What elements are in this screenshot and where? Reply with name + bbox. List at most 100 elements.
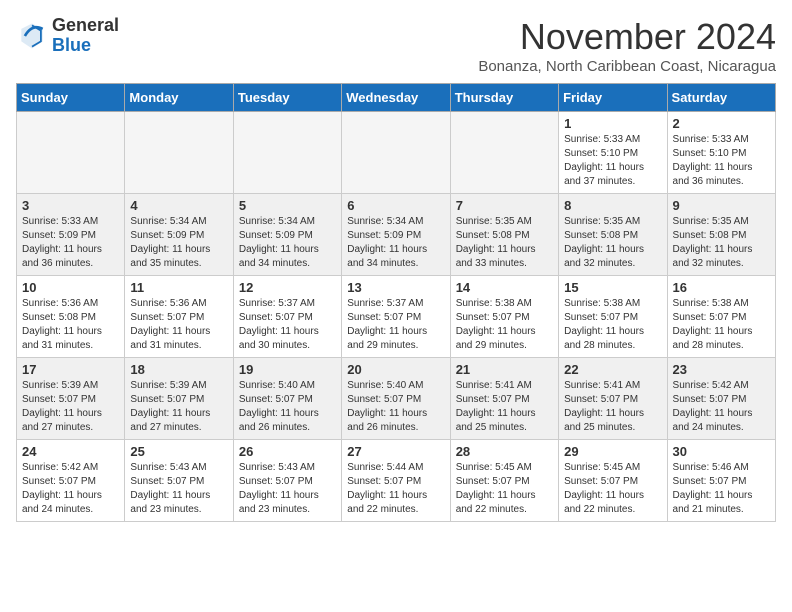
day-number: 28 <box>456 444 553 459</box>
day-number: 7 <box>456 198 553 213</box>
day-detail: Sunrise: 5:37 AM Sunset: 5:07 PM Dayligh… <box>347 297 444 353</box>
table-row: 16 Sunrise: 5:38 AM Sunset: 5:07 PM Dayli… <box>667 276 775 358</box>
calendar-week-row: 1 Sunrise: 5:33 AM Sunset: 5:10 PM Daylig… <box>17 112 776 194</box>
day-detail: Sunrise: 5:34 AM Sunset: 5:09 PM Dayligh… <box>130 215 227 271</box>
table-row: 15Sunrise: 5:38 AM Sunset: 5:07 PM Dayli… <box>559 276 667 358</box>
logo-text: General Blue <box>52 16 119 56</box>
calendar-week-row: 3 Sunrise: 5:33 AM Sunset: 5:09 PM Daylig… <box>17 194 776 276</box>
calendar-header-row: Sunday Monday Tuesday Wednesday Thursday… <box>17 84 776 112</box>
day-number: 17 <box>22 362 119 377</box>
day-detail: Sunrise: 5:38 AM Sunset: 5:07 PM Dayligh… <box>673 297 770 353</box>
calendar-table: Sunday Monday Tuesday Wednesday Thursday… <box>16 83 776 522</box>
table-row: 25 Sunrise: 5:43 AM Sunset: 5:07 PM Dayli… <box>125 440 233 522</box>
day-number: 15 <box>564 280 661 295</box>
day-detail: Sunrise: 5:43 AM Sunset: 5:07 PM Dayligh… <box>130 461 227 517</box>
table-row: 26 Sunrise: 5:43 AM Sunset: 5:07 PM Dayli… <box>233 440 341 522</box>
day-number: 18 <box>130 362 227 377</box>
day-detail: Sunrise: 5:39 AM Sunset: 5:07 PM Dayligh… <box>130 379 227 435</box>
day-number: 29 <box>564 444 661 459</box>
col-thursday: Thursday <box>450 84 558 112</box>
day-detail: Sunrise: 5:35 AM Sunset: 5:08 PM Dayligh… <box>456 215 553 271</box>
day-number: 23 <box>673 362 770 377</box>
table-row: 11 Sunrise: 5:36 AM Sunset: 5:07 PM Dayli… <box>125 276 233 358</box>
day-detail: Sunrise: 5:38 AM Sunset: 5:07 PM Dayligh… <box>456 297 553 353</box>
day-number: 8 <box>564 198 661 213</box>
day-detail: Sunrise: 5:45 AM Sunset: 5:07 PM Dayligh… <box>564 461 661 517</box>
day-detail: Sunrise: 5:33 AM Sunset: 5:10 PM Dayligh… <box>564 133 661 189</box>
day-number: 2 <box>673 116 770 131</box>
col-wednesday: Wednesday <box>342 84 450 112</box>
month-title: November 2024 <box>478 16 776 58</box>
day-detail: Sunrise: 5:34 AM Sunset: 5:09 PM Dayligh… <box>239 215 336 271</box>
day-number: 16 <box>673 280 770 295</box>
day-detail: Sunrise: 5:41 AM Sunset: 5:07 PM Dayligh… <box>456 379 553 435</box>
table-row <box>17 112 125 194</box>
day-number: 20 <box>347 362 444 377</box>
day-number: 1 <box>564 116 661 131</box>
table-row: 22 Sunrise: 5:41 AM Sunset: 5:07 PM Dayli… <box>559 358 667 440</box>
table-row: 27Sunrise: 5:44 AM Sunset: 5:07 PM Dayli… <box>342 440 450 522</box>
calendar-week-row: 17 Sunrise: 5:39 AM Sunset: 5:07 PM Dayli… <box>17 358 776 440</box>
table-row: 13 Sunrise: 5:37 AM Sunset: 5:07 PM Dayli… <box>342 276 450 358</box>
day-detail: Sunrise: 5:35 AM Sunset: 5:08 PM Dayligh… <box>673 215 770 271</box>
day-number: 11 <box>130 280 227 295</box>
table-row: 12 Sunrise: 5:37 AM Sunset: 5:07 PM Dayli… <box>233 276 341 358</box>
table-row: 30 Sunrise: 5:46 AM Sunset: 5:07 PM Dayli… <box>667 440 775 522</box>
day-number: 26 <box>239 444 336 459</box>
day-detail: Sunrise: 5:45 AM Sunset: 5:07 PM Dayligh… <box>456 461 553 517</box>
day-number: 9 <box>673 198 770 213</box>
col-tuesday: Tuesday <box>233 84 341 112</box>
table-row: 8 Sunrise: 5:35 AM Sunset: 5:08 PM Daylig… <box>559 194 667 276</box>
day-number: 6 <box>347 198 444 213</box>
day-number: 14 <box>456 280 553 295</box>
day-number: 21 <box>456 362 553 377</box>
day-detail: Sunrise: 5:37 AM Sunset: 5:07 PM Dayligh… <box>239 297 336 353</box>
table-row <box>450 112 558 194</box>
day-number: 22 <box>564 362 661 377</box>
table-row: 19Sunrise: 5:40 AM Sunset: 5:07 PM Dayli… <box>233 358 341 440</box>
day-detail: Sunrise: 5:35 AM Sunset: 5:08 PM Dayligh… <box>564 215 661 271</box>
table-row <box>342 112 450 194</box>
day-detail: Sunrise: 5:43 AM Sunset: 5:07 PM Dayligh… <box>239 461 336 517</box>
day-number: 27 <box>347 444 444 459</box>
day-number: 30 <box>673 444 770 459</box>
table-row: 10Sunrise: 5:36 AM Sunset: 5:08 PM Dayli… <box>17 276 125 358</box>
table-row: 28 Sunrise: 5:45 AM Sunset: 5:07 PM Dayli… <box>450 440 558 522</box>
day-number: 24 <box>22 444 119 459</box>
calendar-week-row: 24 Sunrise: 5:42 AM Sunset: 5:07 PM Dayli… <box>17 440 776 522</box>
table-row: 4Sunrise: 5:34 AM Sunset: 5:09 PM Daylig… <box>125 194 233 276</box>
day-detail: Sunrise: 5:39 AM Sunset: 5:07 PM Dayligh… <box>22 379 119 435</box>
table-row: 3 Sunrise: 5:33 AM Sunset: 5:09 PM Daylig… <box>17 194 125 276</box>
day-detail: Sunrise: 5:42 AM Sunset: 5:07 PM Dayligh… <box>22 461 119 517</box>
day-number: 5 <box>239 198 336 213</box>
table-row: 2 Sunrise: 5:33 AM Sunset: 5:10 PM Daylig… <box>667 112 775 194</box>
day-detail: Sunrise: 5:34 AM Sunset: 5:09 PM Dayligh… <box>347 215 444 271</box>
table-row: 6 Sunrise: 5:34 AM Sunset: 5:09 PM Daylig… <box>342 194 450 276</box>
day-number: 12 <box>239 280 336 295</box>
table-row <box>233 112 341 194</box>
day-detail: Sunrise: 5:36 AM Sunset: 5:07 PM Dayligh… <box>130 297 227 353</box>
table-row: 24 Sunrise: 5:42 AM Sunset: 5:07 PM Dayli… <box>17 440 125 522</box>
title-section: November 2024 Bonanza, North Caribbean C… <box>478 16 776 75</box>
table-row <box>125 112 233 194</box>
logo-icon <box>16 20 48 52</box>
table-row: 29 Sunrise: 5:45 AM Sunset: 5:07 PM Dayli… <box>559 440 667 522</box>
day-detail: Sunrise: 5:41 AM Sunset: 5:07 PM Dayligh… <box>564 379 661 435</box>
day-detail: Sunrise: 5:33 AM Sunset: 5:09 PM Dayligh… <box>22 215 119 271</box>
col-friday: Friday <box>559 84 667 112</box>
day-detail: Sunrise: 5:33 AM Sunset: 5:10 PM Dayligh… <box>673 133 770 189</box>
day-number: 25 <box>130 444 227 459</box>
day-number: 3 <box>22 198 119 213</box>
table-row: 14 Sunrise: 5:38 AM Sunset: 5:07 PM Dayli… <box>450 276 558 358</box>
day-detail: Sunrise: 5:42 AM Sunset: 5:07 PM Dayligh… <box>673 379 770 435</box>
table-row: 20Sunrise: 5:40 AM Sunset: 5:07 PM Dayli… <box>342 358 450 440</box>
day-number: 13 <box>347 280 444 295</box>
table-row: 21 Sunrise: 5:41 AM Sunset: 5:07 PM Dayli… <box>450 358 558 440</box>
calendar-week-row: 10Sunrise: 5:36 AM Sunset: 5:08 PM Dayli… <box>17 276 776 358</box>
logo: General Blue <box>16 16 119 56</box>
table-row: 9 Sunrise: 5:35 AM Sunset: 5:08 PM Daylig… <box>667 194 775 276</box>
col-saturday: Saturday <box>667 84 775 112</box>
day-detail: Sunrise: 5:46 AM Sunset: 5:07 PM Dayligh… <box>673 461 770 517</box>
day-detail: Sunrise: 5:36 AM Sunset: 5:08 PM Dayligh… <box>22 297 119 353</box>
day-number: 19 <box>239 362 336 377</box>
